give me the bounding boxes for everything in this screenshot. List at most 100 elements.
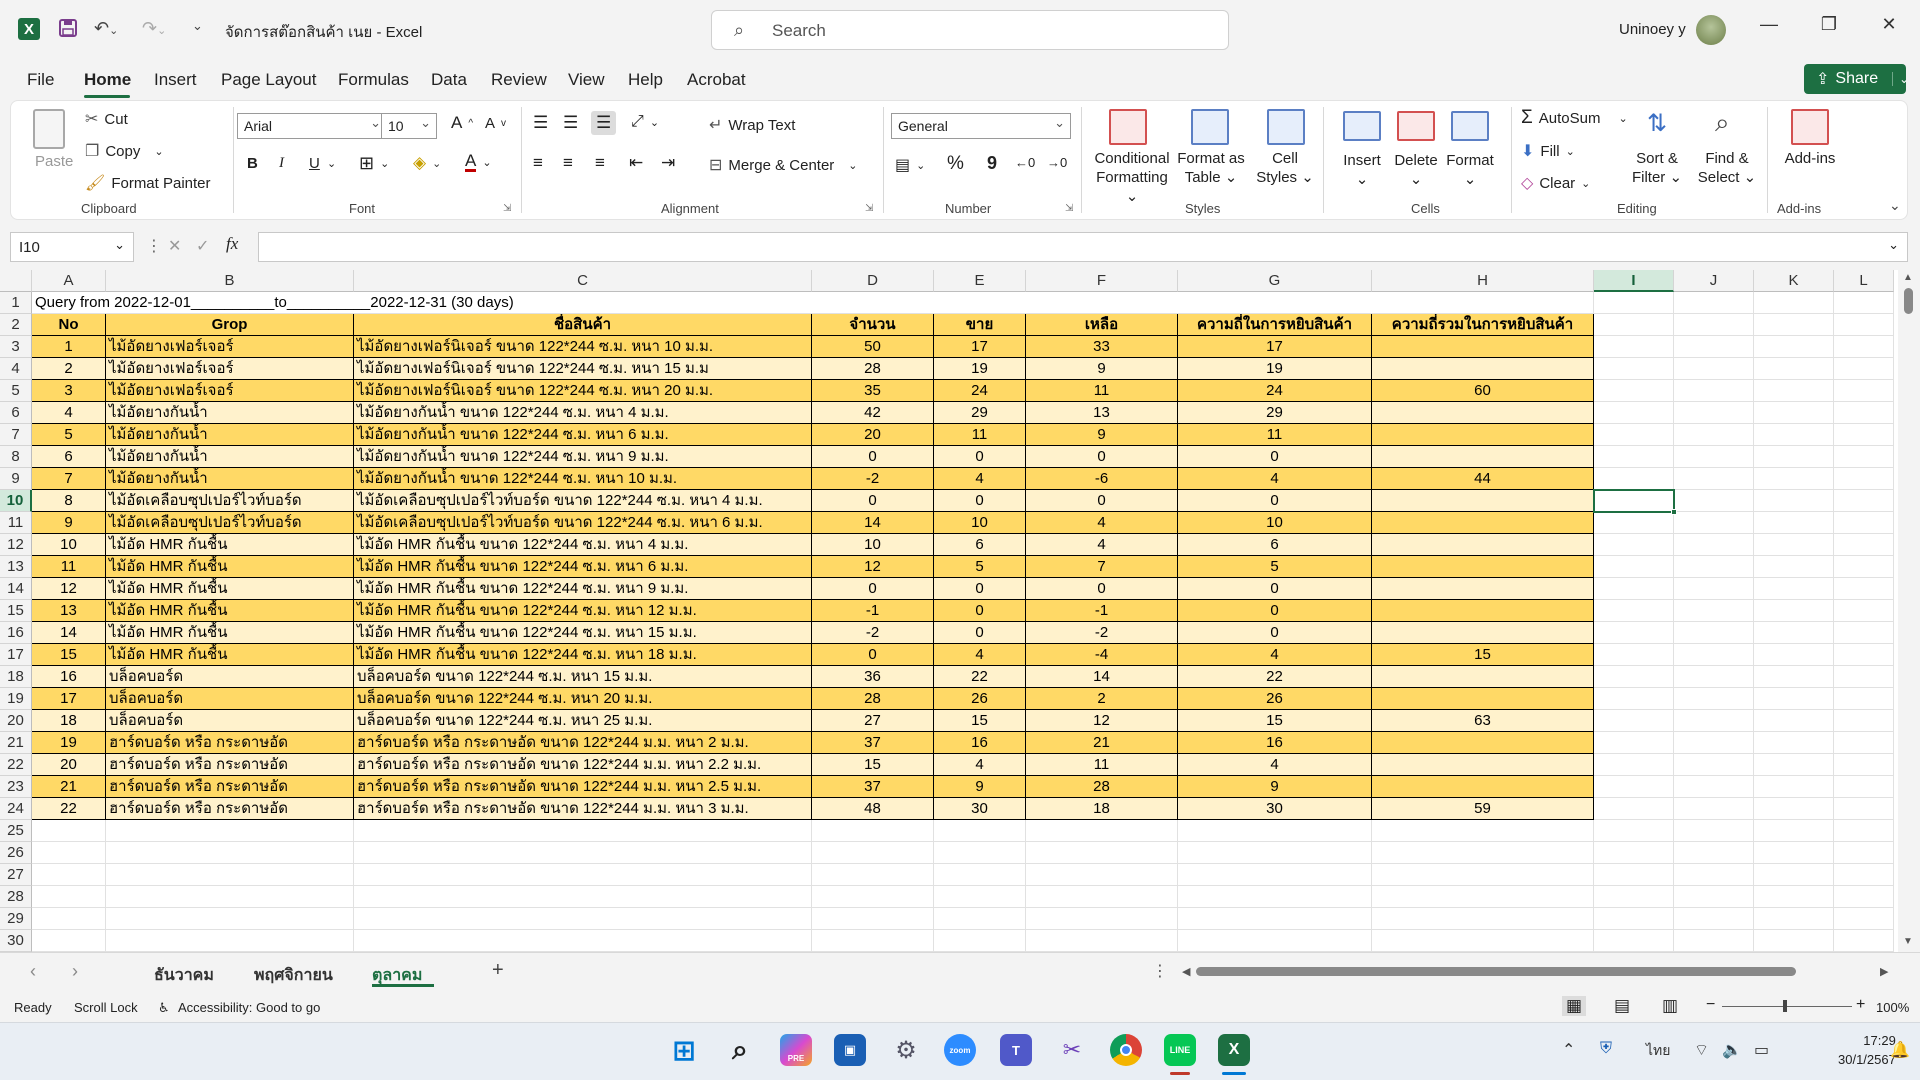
cell[interactable] — [354, 908, 812, 930]
cell[interactable]: 59 — [1372, 798, 1594, 820]
sheet-tab-december[interactable]: ธันวาคม — [154, 963, 214, 988]
column-header[interactable]: F — [1026, 270, 1178, 292]
tab-options-icon[interactable]: ⋮ — [1152, 961, 1168, 981]
vertical-scrollbar[interactable]: ▲ ▼ — [1898, 270, 1920, 952]
cell[interactable]: ไม้อัดเคลือบซุปเปอร์ไวท์บอร์ด — [106, 490, 354, 512]
row-header[interactable]: 19 — [0, 688, 32, 710]
cell[interactable]: ไม้อัดเคลือบซุปเปอร์ไวท์บอร์ด — [106, 512, 354, 534]
cell[interactable] — [934, 908, 1026, 930]
insert-cells-button[interactable]: Insert ⌄ — [1331, 151, 1393, 189]
align-middle-icon[interactable]: ☰ — [563, 113, 578, 133]
cell[interactable] — [1834, 468, 1894, 490]
cell[interactable]: 9 — [1178, 776, 1372, 798]
cell[interactable]: 4 — [934, 468, 1026, 490]
column-header[interactable]: H — [1372, 270, 1594, 292]
windows-start-icon[interactable]: ⊞ — [668, 1034, 700, 1066]
cell[interactable]: บล็อคบอร์ด ขนาด 122*244 ซ.ม. หนา 20 ม.ม. — [354, 688, 812, 710]
cell[interactable]: 33 — [1026, 336, 1178, 358]
cancel-entry-icon[interactable]: ✕ — [168, 236, 181, 256]
cell[interactable] — [1594, 622, 1674, 644]
cell[interactable] — [1754, 380, 1834, 402]
cell[interactable] — [106, 908, 354, 930]
sort-filter-button[interactable]: Sort & Filter ⌄ — [1625, 149, 1689, 187]
cell[interactable] — [1754, 512, 1834, 534]
cell[interactable]: 0 — [812, 446, 934, 468]
row-header[interactable]: 13 — [0, 556, 32, 578]
cell[interactable] — [1754, 314, 1834, 336]
cell[interactable]: 27 — [812, 710, 934, 732]
cell[interactable] — [1594, 468, 1674, 490]
cell[interactable]: -1 — [812, 600, 934, 622]
number-dialog-launcher-icon[interactable]: ⇲ — [1065, 203, 1073, 214]
avatar[interactable] — [1696, 15, 1726, 45]
autosum-button[interactable]: Σ AutoSum ⌄ — [1521, 107, 1628, 129]
cell[interactable]: 14 — [812, 512, 934, 534]
cell[interactable] — [1594, 534, 1674, 556]
zoom-in-icon[interactable]: + — [1856, 996, 1865, 1014]
cell[interactable] — [1594, 424, 1674, 446]
cell[interactable] — [1178, 864, 1372, 886]
paste-button[interactable]: Paste — [35, 153, 73, 170]
cell[interactable] — [1834, 710, 1894, 732]
cell[interactable] — [1754, 886, 1834, 908]
cell[interactable] — [812, 930, 934, 952]
cell[interactable]: 16 — [32, 666, 106, 688]
maximize-button[interactable]: ❐ — [1806, 14, 1852, 44]
row-header[interactable]: 9 — [0, 468, 32, 490]
cell[interactable] — [1834, 886, 1894, 908]
cell[interactable] — [1674, 842, 1754, 864]
cell[interactable]: ไม้อัด HMR กันชื้น ขนาด 122*244 ซ.ม. หนา… — [354, 578, 812, 600]
cell[interactable]: ไม้อัดยางกันน้ำ ขนาด 122*244 ซ.ม. หนา 4 … — [354, 402, 812, 424]
cell[interactable]: ไม้อัดยางกันน้ำ ขนาด 122*244 ซ.ม. หนา 9 … — [354, 446, 812, 468]
page-break-view-icon[interactable]: ▥ — [1662, 996, 1678, 1016]
cell[interactable] — [1594, 380, 1674, 402]
column-header[interactable]: J — [1674, 270, 1754, 292]
fill-handle[interactable] — [1671, 509, 1677, 515]
cell[interactable]: 0 — [1178, 622, 1372, 644]
scroll-up-icon[interactable]: ▲ — [1903, 272, 1913, 283]
cell[interactable] — [1834, 358, 1894, 380]
row-header[interactable]: 5 — [0, 380, 32, 402]
cell[interactable]: 26 — [1178, 688, 1372, 710]
cell[interactable]: 3 — [32, 380, 106, 402]
cell[interactable]: 29 — [934, 402, 1026, 424]
formula-input[interactable]: ⌄ — [258, 232, 1908, 262]
cell[interactable]: -1 — [1026, 600, 1178, 622]
zoom-level[interactable]: 100% — [1876, 1000, 1909, 1015]
cell[interactable]: 22 — [934, 666, 1026, 688]
delete-cells-button[interactable]: Delete ⌄ — [1385, 151, 1447, 189]
conditional-formatting-button[interactable]: Conditional Formatting ⌄ — [1091, 149, 1173, 206]
cell[interactable]: 0 — [1026, 578, 1178, 600]
cell[interactable] — [1754, 930, 1834, 952]
cell[interactable] — [1834, 930, 1894, 952]
store-icon[interactable]: ▣ — [834, 1034, 866, 1066]
cell[interactable] — [1594, 864, 1674, 886]
row-header[interactable]: 22 — [0, 754, 32, 776]
row-header[interactable]: 2 — [0, 314, 32, 336]
cell[interactable] — [1834, 864, 1894, 886]
cell[interactable]: บล็อคบอร์ด — [106, 710, 354, 732]
row-header[interactable]: 4 — [0, 358, 32, 380]
cell[interactable]: 17 — [934, 336, 1026, 358]
tab-review[interactable]: Review — [491, 70, 547, 90]
row-header[interactable]: 7 — [0, 424, 32, 446]
cell[interactable] — [1834, 314, 1894, 336]
sort-filter-icon[interactable]: ⇅ — [1647, 109, 1667, 138]
cell[interactable] — [1754, 820, 1834, 842]
cell[interactable] — [1754, 754, 1834, 776]
cell[interactable]: 0 — [812, 644, 934, 666]
row-header[interactable]: 10 — [0, 490, 32, 512]
cell[interactable]: 9 — [1026, 424, 1178, 446]
conditional-formatting-icon[interactable] — [1109, 109, 1147, 145]
cell[interactable]: 6 — [32, 446, 106, 468]
cell[interactable] — [354, 930, 812, 952]
cell[interactable] — [106, 864, 354, 886]
format-as-table-icon[interactable] — [1191, 109, 1229, 145]
cell[interactable]: 15 — [32, 644, 106, 666]
decrease-font-icon[interactable]: Av — [485, 115, 506, 132]
cell[interactable] — [812, 864, 934, 886]
cell[interactable]: 7 — [1026, 556, 1178, 578]
worksheet-grid[interactable]: A B C D E F G H I J K L 1 2 3 4 5 6 7 8 9 10 11 12 13 14 15 16 17 18 1… — [0, 270, 1920, 952]
add-sheet-button[interactable]: + — [492, 959, 504, 982]
cell[interactable] — [1834, 798, 1894, 820]
